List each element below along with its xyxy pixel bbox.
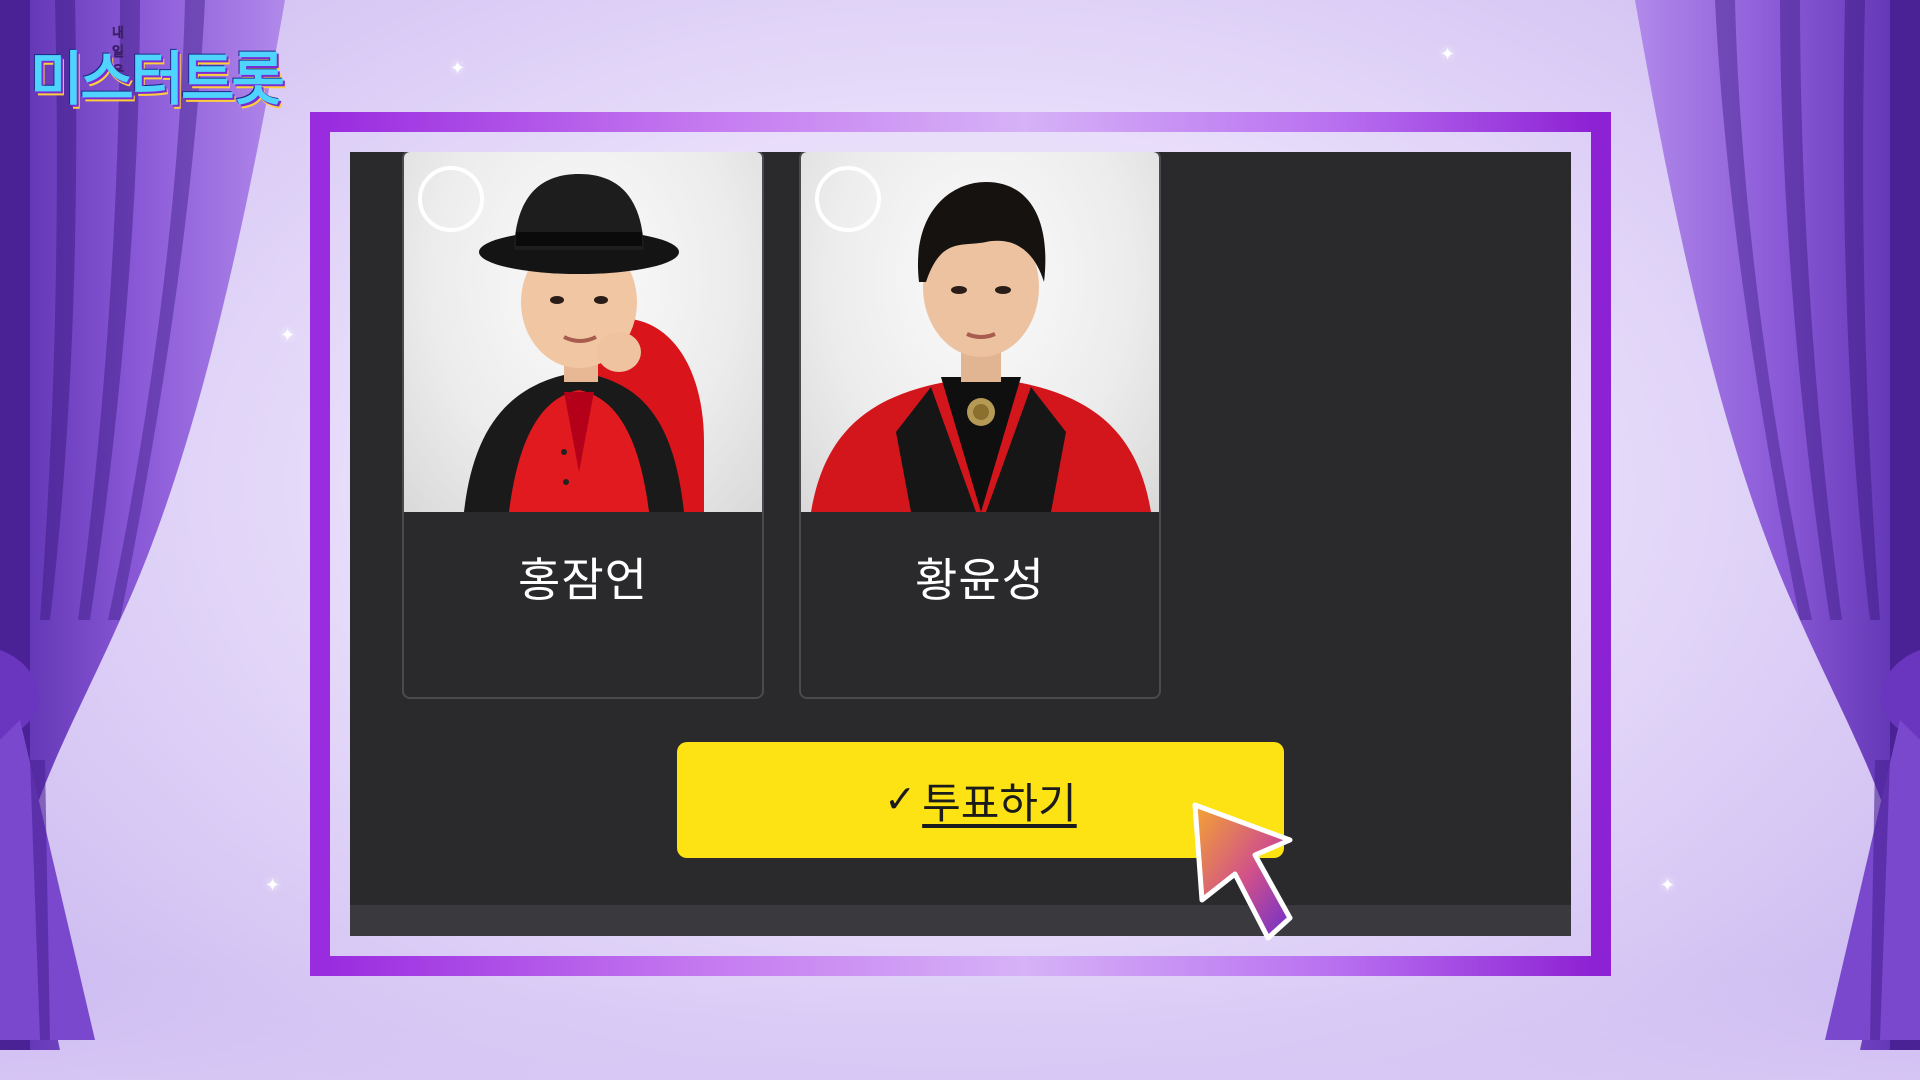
sparkle-icon: ✦ <box>450 58 466 79</box>
vote-screen: 홍잠언 황윤성 ✓ 투표하기 <box>350 152 1571 936</box>
candidate-name: 황윤성 <box>915 553 1045 607</box>
bottom-bar <box>350 905 1571 936</box>
check-icon: ✓ <box>884 777 917 821</box>
candidate-name: 홍잠언 <box>518 553 648 607</box>
logo-title: 미스터트롯 <box>30 45 285 113</box>
highlight-frame: 홍잠언 황윤성 ✓ 투표하기 <box>310 112 1611 976</box>
select-radio-icon[interactable] <box>418 166 484 232</box>
sparkle-icon: ✦ <box>1440 44 1456 65</box>
vote-button-label: 투표하기 <box>922 778 1077 828</box>
candidate-photo <box>801 152 1159 512</box>
curtain-left <box>0 0 285 1050</box>
select-radio-icon[interactable] <box>815 166 881 232</box>
candidate-card[interactable]: 홍잠언 <box>402 152 764 699</box>
broadcast-stage: ✦ ✦ ✦ ✦ ✦ 내일은 미스터트롯 홍잠언 황윤성 ✓ 투표하기 <box>0 0 1920 1080</box>
pointer-arrow-icon <box>1192 802 1293 941</box>
candidate-card[interactable]: 황윤성 <box>799 152 1161 699</box>
candidate-photo <box>404 152 762 512</box>
curtain-right <box>1635 0 1920 1050</box>
